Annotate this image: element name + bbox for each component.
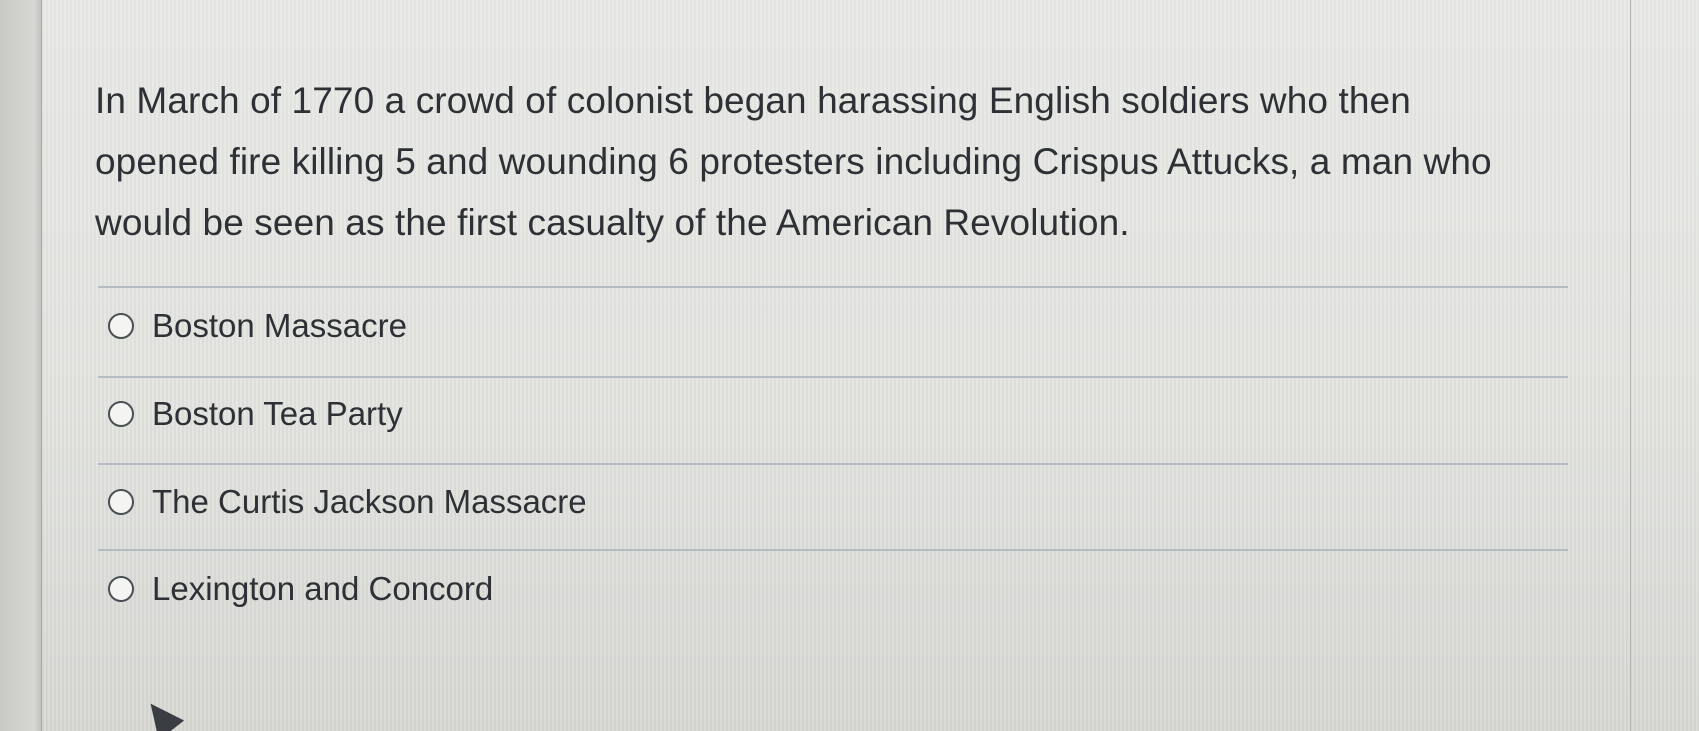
answer-divider <box>98 463 1568 465</box>
radio-button-icon[interactable] <box>108 489 134 515</box>
answer-option-boston-massacre[interactable]: Boston Massacre <box>108 296 407 356</box>
answer-option-boston-tea-party[interactable]: Boston Tea Party <box>108 384 403 444</box>
radio-button-icon[interactable] <box>108 576 134 602</box>
answer-label: Boston Tea Party <box>152 395 403 432</box>
answer-option-lexington-and-concord[interactable]: Lexington and Concord <box>108 559 493 619</box>
question-line-2: opened fire killing 5 and wounding 6 pro… <box>95 141 1492 182</box>
answer-label: Lexington and Concord <box>152 570 494 607</box>
page: In March of 1770 a crowd of colonist beg… <box>0 0 1699 731</box>
left-page-edge <box>0 0 42 731</box>
answer-divider <box>98 376 1568 378</box>
question-line-1: In March of 1770 a crowd of colonist beg… <box>95 80 1411 121</box>
answer-label: Boston Massacre <box>152 307 407 344</box>
answer-label: The Curtis Jackson Massacre <box>152 483 587 520</box>
answer-option-curtis-jackson-massacre[interactable]: The Curtis Jackson Massacre <box>108 472 587 532</box>
answer-divider <box>98 549 1568 551</box>
question-text: In March of 1770 a crowd of colonist beg… <box>95 70 1615 253</box>
answer-divider <box>98 286 1568 288</box>
right-page-edge <box>1630 0 1631 731</box>
question-line-3: would be seen as the first casualty of t… <box>95 202 1130 243</box>
radio-button-icon[interactable] <box>108 313 134 339</box>
quiz-question-card: In March of 1770 a crowd of colonist beg… <box>43 0 1630 731</box>
radio-button-icon[interactable] <box>108 401 134 427</box>
